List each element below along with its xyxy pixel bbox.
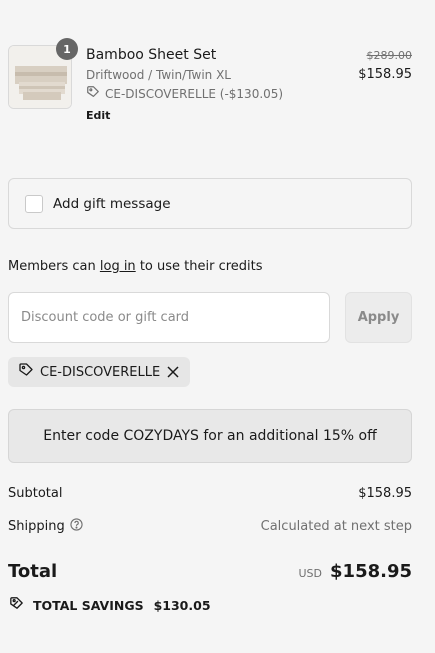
total-savings: TOTAL SAVINGS $130.05 (8, 595, 211, 615)
shipping-row: Shipping Calculated at next step (8, 518, 412, 535)
total-row: Total USD $158.95 (8, 561, 412, 582)
quantity-badge: 1 (56, 38, 78, 60)
product-title: Bamboo Sheet Set (86, 47, 217, 63)
shipping-label: Shipping (8, 519, 65, 534)
members-notice: Members can log in to use their credits (8, 259, 263, 274)
subtotal-value: $158.95 (358, 486, 412, 501)
total-value: $158.95 (330, 561, 412, 582)
line-discount-label: CE-DISCOVERELLE (-$130.05) (105, 86, 284, 101)
total-value-group: USD $158.95 (299, 561, 413, 582)
shipping-label-group: Shipping (8, 518, 83, 535)
currency-code: USD (298, 567, 323, 580)
savings-tag-icon (8, 595, 25, 615)
line-discount: CE-DISCOVERELLE (-$130.05) (86, 85, 283, 102)
gift-message-label: Add gift message (53, 195, 171, 212)
tag-icon (86, 85, 100, 102)
close-icon[interactable] (166, 365, 180, 379)
members-suffix: to use their credits (135, 259, 263, 274)
subtotal-label: Subtotal (8, 486, 63, 501)
item-price: $158.95 (358, 67, 412, 82)
help-circle-icon[interactable] (70, 518, 83, 535)
members-prefix: Members can (8, 259, 100, 274)
tag-icon (18, 362, 34, 382)
gift-message-option[interactable]: Add gift message (8, 178, 412, 229)
cart-line-item: 1 Bamboo Sheet Set Driftwood / Twin/Twin… (8, 38, 413, 125)
total-label: Total (8, 561, 58, 582)
original-price: $289.00 (366, 49, 413, 62)
discount-code-input[interactable] (8, 292, 330, 343)
savings-label: TOTAL SAVINGS (33, 597, 144, 613)
applied-code-label: CE-DISCOVERELLE (40, 364, 161, 380)
edit-item-button[interactable]: Edit (86, 109, 110, 122)
applied-code-chip: CE-DISCOVERELLE (8, 357, 191, 387)
promo-banner: Enter code COZYDAYS for an additional 15… (8, 409, 412, 463)
login-link[interactable]: log in (100, 259, 136, 274)
shipping-value: Calculated at next step (260, 519, 412, 534)
product-variant: Driftwood / Twin/Twin XL (86, 68, 231, 82)
subtotal-row: Subtotal $158.95 (8, 486, 412, 501)
savings-value: $130.05 (153, 597, 211, 613)
gift-message-checkbox[interactable] (25, 194, 43, 213)
apply-button[interactable]: Apply (345, 292, 412, 343)
